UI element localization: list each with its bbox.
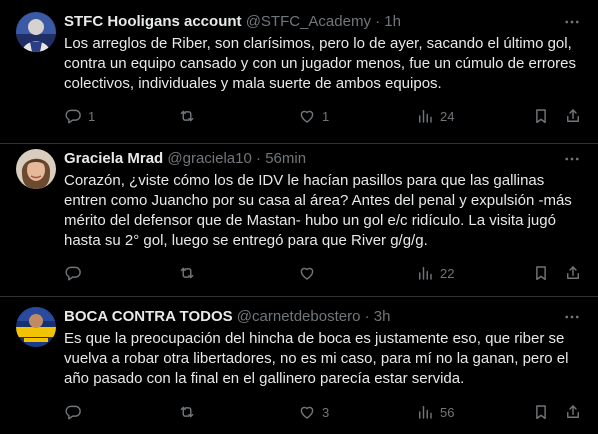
like-button[interactable]: 1 [298,104,329,128]
like-count: 1 [322,108,330,124]
reply-count: 1 [88,108,96,124]
timestamp[interactable]: 1h [384,13,401,30]
share-button[interactable] [564,104,582,128]
heart-icon [300,110,314,123]
share-icon [567,405,579,418]
retweet-icon [180,110,194,122]
views-count: 22 [440,265,455,281]
tweet-header: Graciela Mrad @graciela10 · 56min [64,149,558,169]
reply-icon [65,266,81,281]
tweet-actions: 22 [58,261,588,285]
user-handle[interactable]: @STFC_Academy [246,13,371,30]
views-button[interactable]: 22 [416,261,454,285]
avatar-image [16,149,56,189]
views-button[interactable]: 24 [416,104,454,128]
reply-button[interactable] [64,261,88,285]
bookmark-icon [536,109,546,124]
tweet-header: BOCA CONTRA TODOS @carnetdebostero · 3h [64,307,558,327]
separator-dot: · [256,150,262,167]
user-handle[interactable]: @graciela10 [167,150,251,167]
tweet-feed: STFC Hooligans account @STFC_Academy · 1… [0,0,598,434]
avatar[interactable] [16,12,56,52]
reply-button[interactable]: 1 [64,104,95,128]
bookmark-button[interactable] [532,104,550,128]
tweet[interactable]: BOCA CONTRA TODOS @carnetdebostero · 3h … [0,297,598,434]
views-count: 56 [440,404,455,420]
tweet-text: Corazón, ¿viste cómo los de IDV le hacía… [64,172,572,249]
reply-button[interactable] [64,400,88,424]
tweet-header: STFC Hooligans account @STFC_Academy · 1… [64,12,558,32]
bookmark-icon [536,405,546,420]
more-options-icon[interactable] [562,307,582,327]
share-icon [567,109,579,122]
timestamp[interactable]: 56min [265,150,306,167]
display-name[interactable]: STFC Hooligans account [64,13,242,30]
display-name[interactable]: BOCA CONTRA TODOS [64,308,233,325]
views-chart-icon [419,110,432,123]
display-name[interactable]: Graciela Mrad [64,150,163,167]
avatar-image [16,12,56,52]
retweet-button[interactable] [178,261,202,285]
tweet-text: Los arreglos de Riber, son clarísimos, p… [64,35,576,92]
tweet-actions: 3 56 [58,400,588,424]
like-button[interactable]: 3 [298,400,329,424]
like-button[interactable] [298,261,322,285]
more-options-icon[interactable] [562,12,582,32]
reply-icon [65,405,81,420]
heart-icon [300,406,314,419]
share-icon [567,266,579,279]
like-count: 3 [322,404,330,420]
separator-dot: · [364,308,370,325]
retweet-button[interactable] [178,104,202,128]
views-chart-icon [419,267,432,280]
views-chart-icon [419,406,432,419]
retweet-button[interactable] [178,400,202,424]
tweet[interactable]: Graciela Mrad @graciela10 · 56min Corazó… [0,144,598,296]
avatar-image [16,307,56,347]
share-button[interactable] [564,261,582,285]
reply-icon [65,109,81,124]
separator-dot: · [375,13,381,30]
bookmark-button[interactable] [532,261,550,285]
user-handle[interactable]: @carnetdebostero [237,308,361,325]
tweet[interactable]: STFC Hooligans account @STFC_Academy · 1… [0,0,598,143]
heart-icon [300,267,314,280]
bookmark-icon [536,266,546,281]
avatar[interactable] [16,307,56,347]
bookmark-button[interactable] [532,400,550,424]
avatar[interactable] [16,149,56,189]
views-count: 24 [440,108,455,124]
retweet-icon [180,267,194,279]
share-button[interactable] [564,400,582,424]
retweet-icon [180,406,194,418]
tweet-actions: 1 1 24 [58,104,588,128]
tweet-text: Es que la preocupación del hincha de boc… [64,330,569,387]
views-button[interactable]: 56 [416,400,454,424]
timestamp[interactable]: 3h [374,308,391,325]
more-options-icon[interactable] [562,149,582,169]
